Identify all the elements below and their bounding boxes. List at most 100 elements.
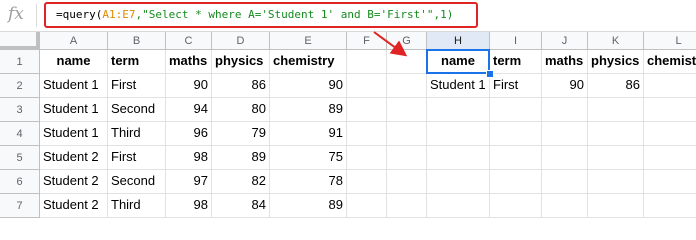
cell-b1-value[interactable]: term: [108, 50, 166, 74]
column-header-d[interactable]: D: [212, 32, 270, 50]
cell-l7[interactable]: [644, 194, 696, 218]
cell-h3[interactable]: [427, 98, 490, 122]
cell-j3[interactable]: [542, 98, 588, 122]
column-header-h[interactable]: H: [427, 32, 490, 50]
cell-i2-value[interactable]: First: [490, 74, 542, 98]
cell-d6-value[interactable]: 82: [212, 170, 270, 194]
cell-l4[interactable]: [644, 122, 696, 146]
cell-i3[interactable]: [490, 98, 542, 122]
column-header-c[interactable]: C: [166, 32, 212, 50]
cell-j4[interactable]: [542, 122, 588, 146]
cell-f4[interactable]: [347, 122, 387, 146]
cell-c4-value[interactable]: 96: [166, 122, 212, 146]
cell-d2-value[interactable]: 86: [212, 74, 270, 98]
cell-e6-value[interactable]: 78: [270, 170, 347, 194]
cell-k2-value[interactable]: 86: [588, 74, 644, 98]
cell-b5-value[interactable]: First: [108, 146, 166, 170]
fill-handle[interactable]: [486, 70, 494, 78]
column-header-f[interactable]: F: [347, 32, 387, 50]
cell-d4-value[interactable]: 79: [212, 122, 270, 146]
cell-g4[interactable]: [387, 122, 427, 146]
cell-c1-value[interactable]: maths: [166, 50, 212, 74]
cell-l3[interactable]: [644, 98, 696, 122]
cell-f5[interactable]: [347, 146, 387, 170]
cell-i4[interactable]: [490, 122, 542, 146]
cell-j1-value[interactable]: maths: [542, 50, 588, 74]
column-header-g[interactable]: G: [387, 32, 427, 50]
cell-d3-value[interactable]: 80: [212, 98, 270, 122]
cell-i1-value[interactable]: term: [490, 50, 542, 74]
row-header-1[interactable]: 1: [0, 50, 40, 74]
select-all-corner[interactable]: [0, 32, 40, 50]
cell-i6[interactable]: [490, 170, 542, 194]
cell-b3-value[interactable]: Second: [108, 98, 166, 122]
cell-g2[interactable]: [387, 74, 427, 98]
cell-k4[interactable]: [588, 122, 644, 146]
cell-h5[interactable]: [427, 146, 490, 170]
cell-k7[interactable]: [588, 194, 644, 218]
column-header-k[interactable]: K: [588, 32, 644, 50]
cell-g1[interactable]: [387, 50, 427, 74]
cell-g7[interactable]: [387, 194, 427, 218]
cell-l6[interactable]: [644, 170, 696, 194]
cell-a4-value[interactable]: Student 1: [40, 122, 108, 146]
cell-b2-value[interactable]: First: [108, 74, 166, 98]
cell-e2-value[interactable]: 90: [270, 74, 347, 98]
cell-d7-value[interactable]: 84: [212, 194, 270, 218]
cell-j6[interactable]: [542, 170, 588, 194]
column-header-l[interactable]: L: [644, 32, 696, 50]
cell-e4-value[interactable]: 91: [270, 122, 347, 146]
cell-g5[interactable]: [387, 146, 427, 170]
cell-f6[interactable]: [347, 170, 387, 194]
cell-a7-value[interactable]: Student 2: [40, 194, 108, 218]
cell-f3[interactable]: [347, 98, 387, 122]
cell-a5-value[interactable]: Student 2: [40, 146, 108, 170]
cell-k3[interactable]: [588, 98, 644, 122]
cell-i7[interactable]: [490, 194, 542, 218]
row-header-6[interactable]: 6: [0, 170, 40, 194]
column-header-e[interactable]: E: [270, 32, 347, 50]
cell-c2-value[interactable]: 90: [166, 74, 212, 98]
cell-i5[interactable]: [490, 146, 542, 170]
cell-l5[interactable]: [644, 146, 696, 170]
cell-l1-value[interactable]: chemistry: [644, 50, 696, 74]
row-header-3[interactable]: 3: [0, 98, 40, 122]
cell-e5-value[interactable]: 75: [270, 146, 347, 170]
cell-k5[interactable]: [588, 146, 644, 170]
column-header-i[interactable]: I: [490, 32, 542, 50]
cell-g6[interactable]: [387, 170, 427, 194]
row-header-2[interactable]: 2: [0, 74, 40, 98]
cell-c7-value[interactable]: 98: [166, 194, 212, 218]
cell-c6-value[interactable]: 97: [166, 170, 212, 194]
cell-b7-value[interactable]: Third: [108, 194, 166, 218]
cell-l2-value[interactable]: 90: [644, 74, 696, 98]
cell-g3[interactable]: [387, 98, 427, 122]
column-header-j[interactable]: J: [542, 32, 588, 50]
cell-a2-value[interactable]: Student 1: [40, 74, 108, 98]
cell-e3-value[interactable]: 89: [270, 98, 347, 122]
row-header-4[interactable]: 4: [0, 122, 40, 146]
cell-f1[interactable]: [347, 50, 387, 74]
cell-b4-value[interactable]: Third: [108, 122, 166, 146]
cell-k6[interactable]: [588, 170, 644, 194]
cell-j5[interactable]: [542, 146, 588, 170]
row-header-5[interactable]: 5: [0, 146, 40, 170]
cell-d1-value[interactable]: physics: [212, 50, 270, 74]
column-header-a[interactable]: A: [40, 32, 108, 50]
cell-f7[interactable]: [347, 194, 387, 218]
cell-b6-value[interactable]: Second: [108, 170, 166, 194]
cell-a6-value[interactable]: Student 2: [40, 170, 108, 194]
cell-h4[interactable]: [427, 122, 490, 146]
cell-j2-value[interactable]: 90: [542, 74, 588, 98]
cell-a3-value[interactable]: Student 1: [40, 98, 108, 122]
row-header-7[interactable]: 7: [0, 194, 40, 218]
cell-d5-value[interactable]: 89: [212, 146, 270, 170]
cell-j7[interactable]: [542, 194, 588, 218]
column-header-b[interactable]: B: [108, 32, 166, 50]
cell-f2[interactable]: [347, 74, 387, 98]
cell-e7-value[interactable]: 89: [270, 194, 347, 218]
cell-e1-value[interactable]: chemistry: [270, 50, 347, 74]
cell-h6[interactable]: [427, 170, 490, 194]
cell-c3-value[interactable]: 94: [166, 98, 212, 122]
formula-input[interactable]: =query(A1:E7,"Select * where A='Student …: [44, 2, 478, 28]
